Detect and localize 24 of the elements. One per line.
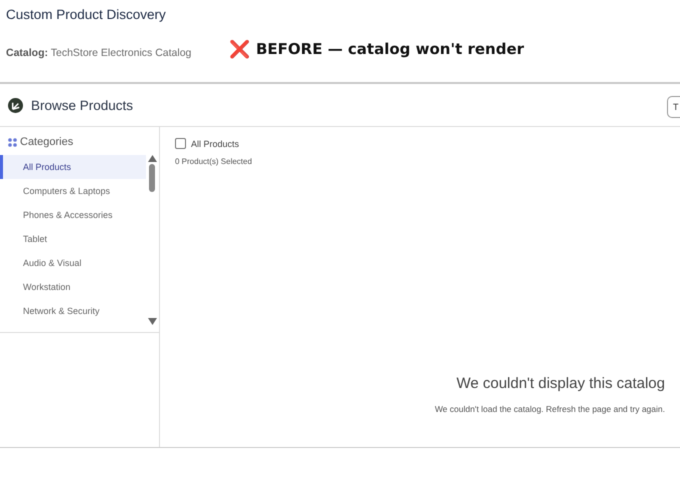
error-message: We couldn't load the catalog. Refresh the page and try again.	[434, 404, 665, 414]
category-item[interactable]: Tablet	[0, 227, 146, 251]
category-item[interactable]: All Products	[0, 155, 146, 179]
category-item[interactable]: Phones & Accessories	[0, 203, 146, 227]
toolbar-button[interactable]: T	[667, 96, 680, 118]
scroll-up-icon[interactable]	[148, 155, 156, 162]
grid-icon	[8, 138, 17, 146]
cross-icon: ❌	[229, 40, 250, 58]
selected-count: 0 Product(s) Selected	[175, 157, 253, 166]
checkbox[interactable]	[175, 138, 186, 149]
error-title: We couldn't display this catalog	[456, 375, 665, 392]
checkbox-label: All Products	[191, 138, 240, 148]
scroll-down-icon[interactable]	[148, 318, 156, 325]
page-title: Custom Product Discovery	[6, 7, 167, 22]
catalog-name: Catalog: TechStore Electronics Catalog	[6, 46, 192, 59]
category-item[interactable]: Computers & Laptops	[0, 179, 146, 203]
section-title: Browse Products	[31, 98, 134, 112]
logo-icon	[8, 98, 23, 112]
category-item[interactable]: Workstation	[0, 275, 146, 299]
sidebar-heading: Categories	[20, 136, 74, 148]
banner-text: BEFORE — catalog won't render	[256, 40, 524, 58]
category-item[interactable]: Network & Security	[0, 299, 146, 323]
category-item[interactable]: Audio & Visual	[0, 251, 146, 275]
scrollbar-thumb[interactable]	[149, 164, 155, 192]
